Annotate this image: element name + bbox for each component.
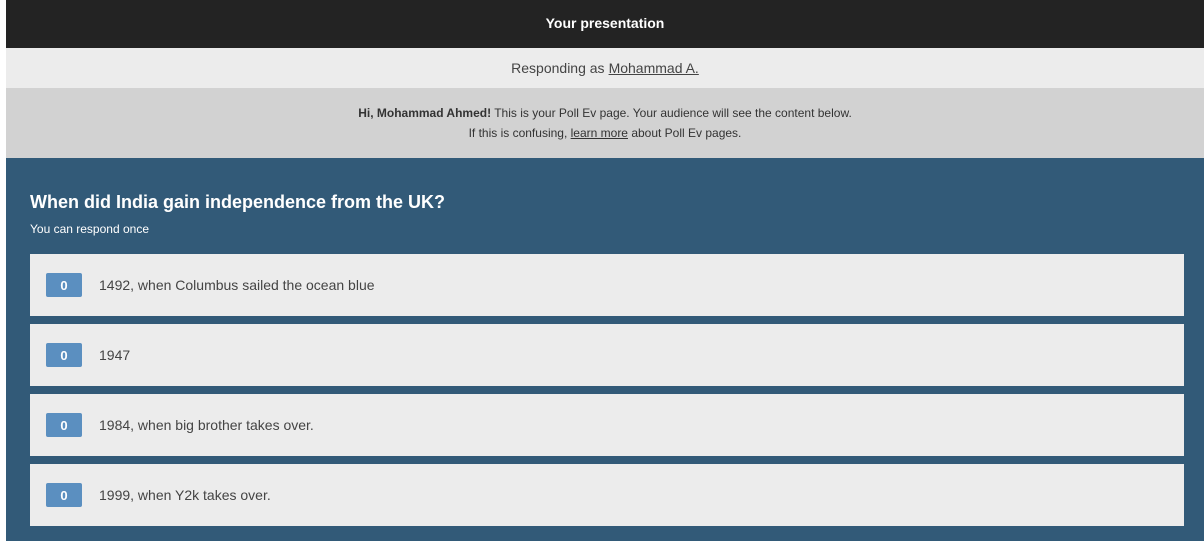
poll-option-label: 1947 <box>99 347 131 363</box>
poll-option-label: 1984, when big brother takes over. <box>99 417 314 433</box>
notice-line-1-text: This is your Poll Ev page. Your audience… <box>491 106 852 120</box>
notice-banner: Hi, Mohammad Ahmed! This is your Poll Ev… <box>6 88 1204 158</box>
poll-option-4[interactable]: 0 1999, when Y2k takes over. <box>30 464 1184 526</box>
top-bar: Your presentation <box>6 0 1204 48</box>
response-count-badge: 0 <box>46 483 82 507</box>
responding-prefix: Responding as <box>511 60 605 76</box>
learn-more-link[interactable]: learn more <box>571 126 628 140</box>
presentation-title: Your presentation <box>545 15 665 31</box>
poll-options: 0 1492, when Columbus sailed the ocean b… <box>30 254 1184 526</box>
page-frame: Your presentation Responding as Mohammad… <box>6 0 1204 541</box>
poll-option-2[interactable]: 0 1947 <box>30 324 1184 386</box>
notice-line-1: Hi, Mohammad Ahmed! This is your Poll Ev… <box>6 103 1204 123</box>
respond-note: You can respond once <box>30 222 149 236</box>
response-count-badge: 0 <box>46 413 82 437</box>
notice-line-2: If this is confusing, learn more about P… <box>6 123 1204 143</box>
response-count-badge: 0 <box>46 273 82 297</box>
notice-greeting: Hi, Mohammad Ahmed! <box>358 106 492 120</box>
notice-line-2-suffix: about Poll Ev pages. <box>627 126 742 140</box>
notice-line-2-prefix: If this is confusing, <box>468 126 571 140</box>
poll-option-label: 1999, when Y2k takes over. <box>99 487 271 503</box>
poll-option-label: 1492, when Columbus sailed the ocean blu… <box>99 277 375 293</box>
poll-panel: When did India gain independence from th… <box>6 158 1204 541</box>
poll-option-1[interactable]: 0 1492, when Columbus sailed the ocean b… <box>30 254 1184 316</box>
poll-question: When did India gain independence from th… <box>30 192 446 212</box>
poll-option-3[interactable]: 0 1984, when big brother takes over. <box>30 394 1184 456</box>
response-count-badge: 0 <box>46 343 82 367</box>
responding-bar: Responding as Mohammad A. <box>6 48 1204 88</box>
responder-name-link[interactable]: Mohammad A. <box>609 60 699 76</box>
